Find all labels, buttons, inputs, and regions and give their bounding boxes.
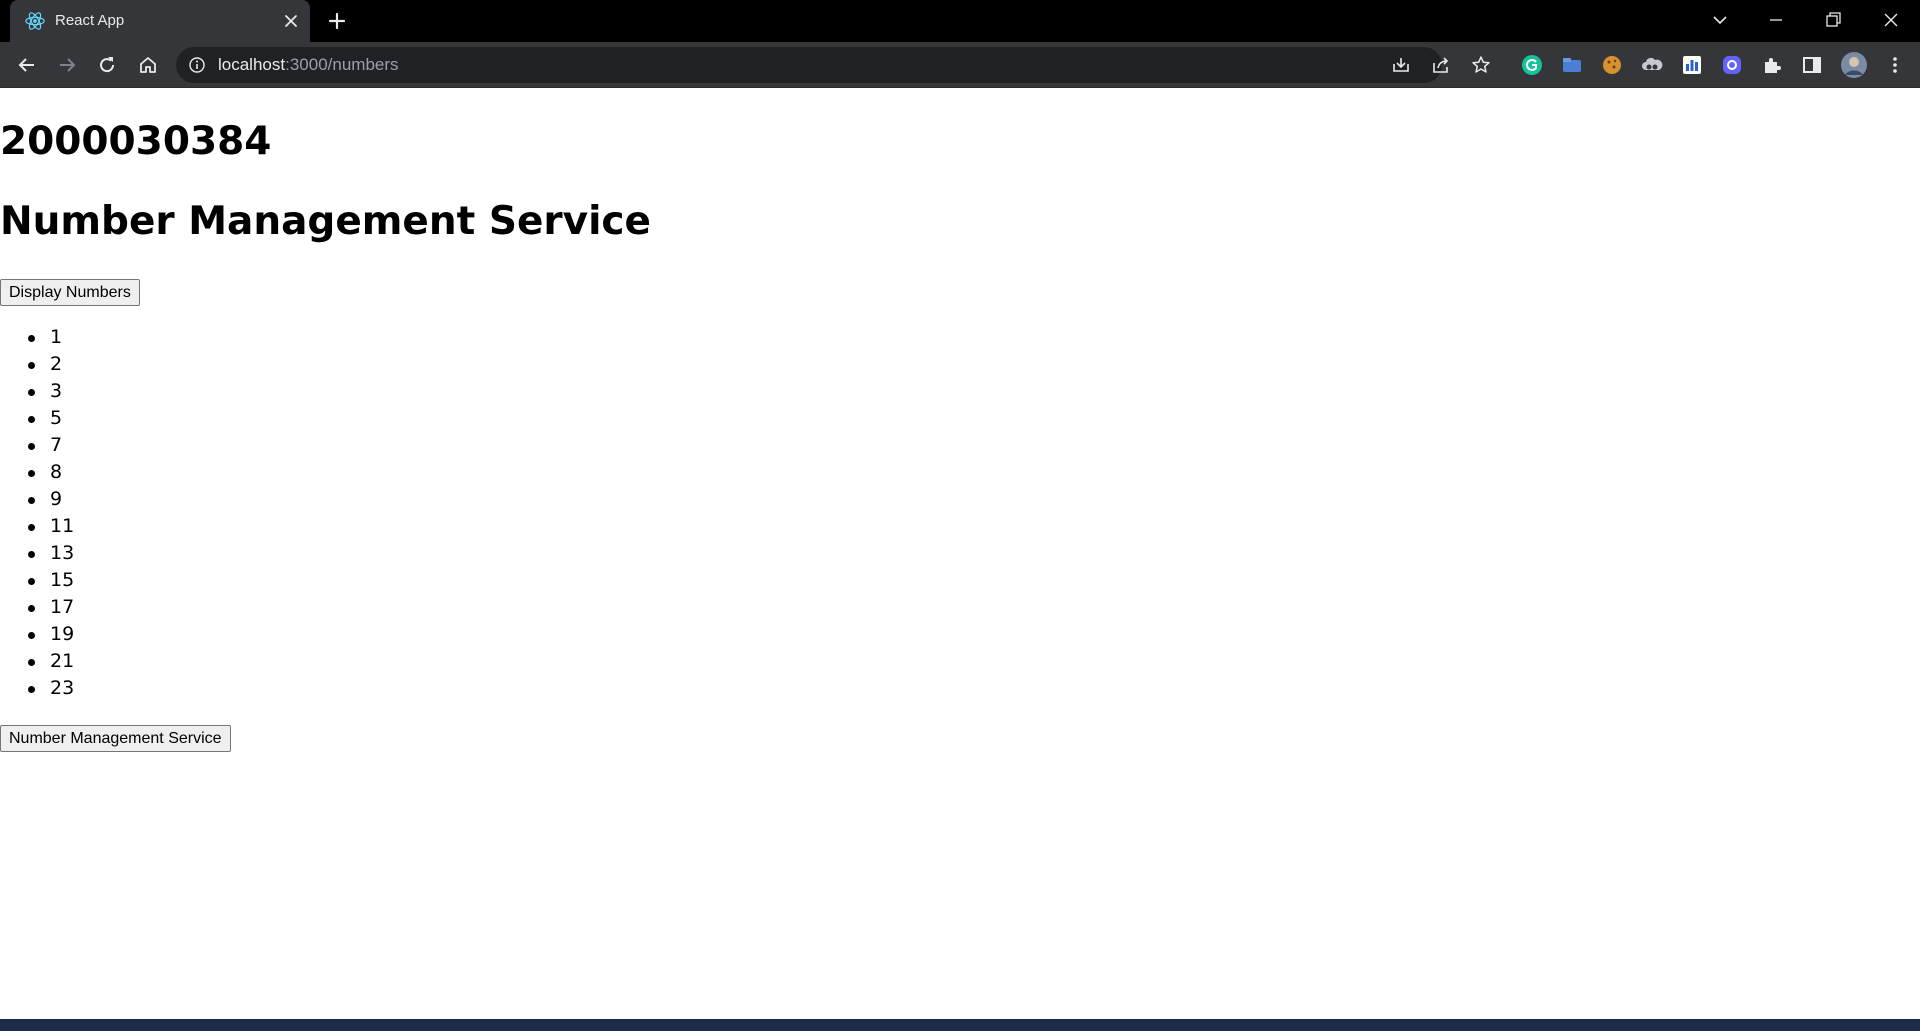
list-item: 5	[0, 405, 74, 432]
url-path: :3000/numbers	[285, 55, 399, 74]
close-tab-icon[interactable]	[281, 11, 301, 31]
list-item-value: 19	[50, 623, 75, 645]
grammarly-icon[interactable]	[1520, 53, 1544, 77]
list-item: 1	[0, 324, 74, 351]
url-host: localhost	[218, 55, 286, 74]
chart-extension-icon[interactable]	[1680, 53, 1704, 77]
puzzle-piece-icon[interactable]	[1760, 53, 1784, 77]
list-item: 15	[0, 567, 74, 594]
bullet-icon	[28, 578, 35, 585]
bullet-icon	[28, 632, 35, 639]
bullet-icon	[28, 389, 35, 396]
reload-icon[interactable]	[95, 53, 119, 77]
id-heading: 2000030384	[0, 119, 272, 164]
cookie-icon[interactable]	[1600, 53, 1624, 77]
bullet-icon	[28, 443, 35, 450]
list-item: 7	[0, 432, 74, 459]
page-viewport: 2000030384 Number Management Service Dis…	[0, 88, 1920, 1019]
react-icon	[25, 12, 45, 30]
list-item: 2	[0, 351, 74, 378]
home-icon[interactable]	[136, 53, 160, 77]
more-menu-icon[interactable]	[1883, 53, 1907, 77]
list-item-value: 11	[50, 515, 75, 537]
list-item-value: 8	[50, 461, 63, 483]
list-item-value: 23	[50, 677, 75, 699]
bullet-icon	[28, 659, 35, 666]
mastodon-icon[interactable]	[1720, 53, 1744, 77]
list-item-value: 5	[50, 407, 63, 429]
cloud-extension-icon[interactable]	[1640, 53, 1664, 77]
side-panel-icon[interactable]	[1800, 53, 1824, 77]
address-bar[interactable]: localhost:3000/numbers	[176, 47, 1490, 83]
browser-tab[interactable]: React App	[10, 0, 310, 42]
list-item-value: 17	[50, 596, 75, 618]
list-item: 8	[0, 459, 74, 486]
list-item: 13	[0, 540, 74, 567]
number-management-service-button[interactable]: Number Management Service	[0, 725, 231, 752]
display-numbers-button[interactable]: Display Numbers	[0, 279, 140, 306]
page-title: Number Management Service	[0, 199, 652, 244]
browser-toolbar: localhost:3000/numbers	[0, 42, 1920, 88]
list-item: 11	[0, 513, 74, 540]
bullet-icon	[28, 605, 35, 612]
close-window-icon[interactable]	[1877, 6, 1905, 34]
list-item-value: 7	[50, 434, 63, 456]
numbers-list: 1 2 3 5 7 8 9 11 13 15 17 19 21 23	[0, 324, 74, 702]
folder-extension-icon[interactable]	[1560, 53, 1584, 77]
back-arrow-icon[interactable]	[15, 53, 39, 77]
list-item-value: 21	[50, 650, 75, 672]
bullet-icon	[28, 686, 35, 693]
bullet-icon	[28, 497, 35, 504]
bullet-icon	[28, 416, 35, 423]
forward-arrow-icon[interactable]	[55, 53, 79, 77]
bullet-icon	[28, 335, 35, 342]
list-item: 17	[0, 594, 74, 621]
list-item-value: 15	[50, 569, 75, 591]
list-item: 3	[0, 378, 74, 405]
profile-avatar-icon[interactable]	[1840, 51, 1868, 79]
os-taskbar	[0, 1019, 1920, 1031]
restore-icon[interactable]	[1819, 6, 1847, 34]
bullet-icon	[28, 470, 35, 477]
tab-title: React App	[55, 12, 125, 29]
install-app-icon[interactable]	[1390, 54, 1412, 76]
list-item-value: 13	[50, 542, 75, 564]
list-item: 19	[0, 621, 74, 648]
tab-search-icon[interactable]	[1706, 6, 1734, 34]
bullet-icon	[28, 524, 35, 531]
list-item-value: 1	[50, 326, 63, 348]
list-item-value: 3	[50, 380, 63, 402]
list-item: 9	[0, 486, 74, 513]
list-item: 23	[0, 675, 74, 702]
url-text[interactable]: localhost:3000/numbers	[218, 55, 399, 75]
share-icon[interactable]	[1430, 54, 1452, 76]
browser-tab-strip: React App	[0, 0, 1920, 42]
bookmark-star-icon[interactable]	[1470, 54, 1492, 76]
site-info-icon[interactable]	[188, 56, 206, 74]
new-tab-icon[interactable]	[325, 9, 349, 33]
list-item: 21	[0, 648, 74, 675]
minimize-icon[interactable]	[1762, 6, 1790, 34]
list-item-value: 9	[50, 488, 63, 510]
list-item-value: 2	[50, 353, 63, 375]
bullet-icon	[28, 362, 35, 369]
bullet-icon	[28, 551, 35, 558]
